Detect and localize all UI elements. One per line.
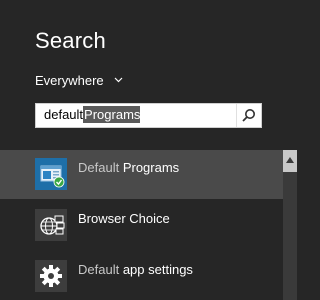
result-label: Default Programs [78,160,179,175]
gear-icon [35,260,67,292]
chevron-up-icon [286,157,294,163]
search-title: Search [35,28,106,53]
browser-choice-icon [35,209,67,241]
search-typed-text: default [44,107,84,122]
results-scrollbar[interactable] [283,150,297,300]
result-label-rest: app settings [119,262,193,277]
result-browser-choice[interactable]: Browser Choice [0,201,283,250]
search-button[interactable] [236,104,261,127]
chevron-down-icon [114,77,123,83]
result-label: Browser Choice [78,211,170,226]
result-label-match: Default [78,262,120,277]
result-label-rest: Browser Choice [78,211,170,226]
result-label-rest: Programs [119,160,180,175]
search-icon [242,109,255,122]
result-label: Default app settings [78,262,193,277]
search-pane: Search Everywhere defaultPrograms Defaul… [0,0,297,300]
scrollbar-thumb[interactable] [285,174,295,300]
result-default-app-settings[interactable]: Default app settings [0,252,283,300]
scroll-up-button[interactable] [283,150,297,172]
scope-dropdown[interactable]: Everywhere [35,73,123,88]
default-programs-icon [35,158,67,190]
search-input[interactable]: defaultPrograms [44,106,141,123]
search-box[interactable]: defaultPrograms [35,103,262,128]
result-label-match: Default [78,160,120,175]
search-results-list: Default Programs Browser Choice Default … [0,150,283,300]
result-default-programs[interactable]: Default Programs [0,150,283,199]
search-autocomplete-suggestion: Programs [83,106,141,123]
scope-label: Everywhere [35,73,104,88]
